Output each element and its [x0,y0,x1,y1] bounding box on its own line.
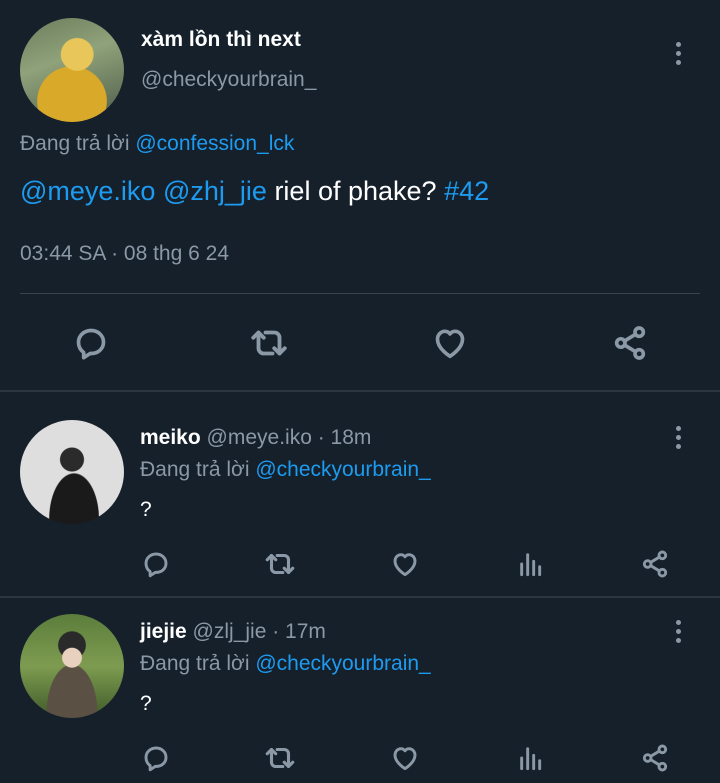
replying-to-line: Đang trả lời @confession_lck [20,132,294,156]
tweet-text: @meye.iko @zhj_jie riel of phake? #42 [20,176,489,207]
share-icon[interactable] [637,738,673,778]
retweet-icon[interactable] [262,544,298,584]
display-name[interactable]: meiko [140,426,201,449]
action-bar [0,544,720,584]
reply-tweet[interactable]: jiejie @zlj_jie · 17m Đang trả lời @chec… [0,598,720,783]
like-icon[interactable] [387,738,423,778]
reply-header: jiejie @zlj_jie · 17m [140,620,326,644]
handle-and-time: @meye.iko · 18m [206,426,372,449]
mention-link[interactable]: @zhj_jie [163,176,267,206]
replying-to-link[interactable]: @checkyourbrain_ [255,652,430,675]
avatar[interactable] [20,614,124,718]
reply-header: meiko @meye.iko · 18m [140,426,371,450]
replying-to-line: Đang trả lời @checkyourbrain_ [140,458,431,482]
retweet-icon[interactable] [246,320,292,366]
display-name[interactable]: xàm lồn thì next [141,28,301,52]
replying-to-label: Đang trả lời [20,132,130,155]
main-tweet: xàm lồn thì next @checkyourbrain_ Đang t… [0,0,720,390]
tweet-text: ? [140,692,152,715]
reply-icon[interactable] [138,738,174,778]
replying-to-line: Đang trả lời @checkyourbrain_ [140,652,431,676]
reply-icon[interactable] [68,320,114,366]
replying-to-link[interactable]: @confession_lck [135,132,294,155]
share-icon[interactable] [607,320,653,366]
handle-and-time: @zlj_jie · 17m [192,620,326,643]
more-options-icon[interactable] [668,422,688,452]
analytics-icon[interactable] [513,544,549,584]
tweet-text: ? [140,498,152,521]
replying-to-label: Đang trả lời [140,652,250,675]
replying-to-label: Đang trả lời [140,458,250,481]
reply-tweet[interactable]: meiko @meye.iko · 18m Đang trả lời @chec… [0,392,720,596]
share-icon[interactable] [637,544,673,584]
user-handle[interactable]: @checkyourbrain_ [141,68,316,92]
like-icon[interactable] [387,544,423,584]
timestamp[interactable]: 03:44 SA · 08 thg 6 24 [20,242,229,266]
avatar[interactable] [20,18,124,122]
hashtag-link[interactable]: #42 [444,176,489,206]
display-name[interactable]: jiejie [140,620,187,643]
tweet-body: riel of phake? [274,176,437,206]
action-bar [0,738,720,778]
like-icon[interactable] [427,320,473,366]
divider [20,293,700,294]
replying-to-link[interactable]: @checkyourbrain_ [255,458,430,481]
more-options-icon[interactable] [668,38,688,68]
more-options-icon[interactable] [668,616,688,646]
reply-icon[interactable] [138,544,174,584]
retweet-icon[interactable] [262,738,298,778]
mention-link[interactable]: @meye.iko [20,176,155,206]
action-bar [0,318,720,368]
avatar[interactable] [20,420,124,524]
analytics-icon[interactable] [513,738,549,778]
